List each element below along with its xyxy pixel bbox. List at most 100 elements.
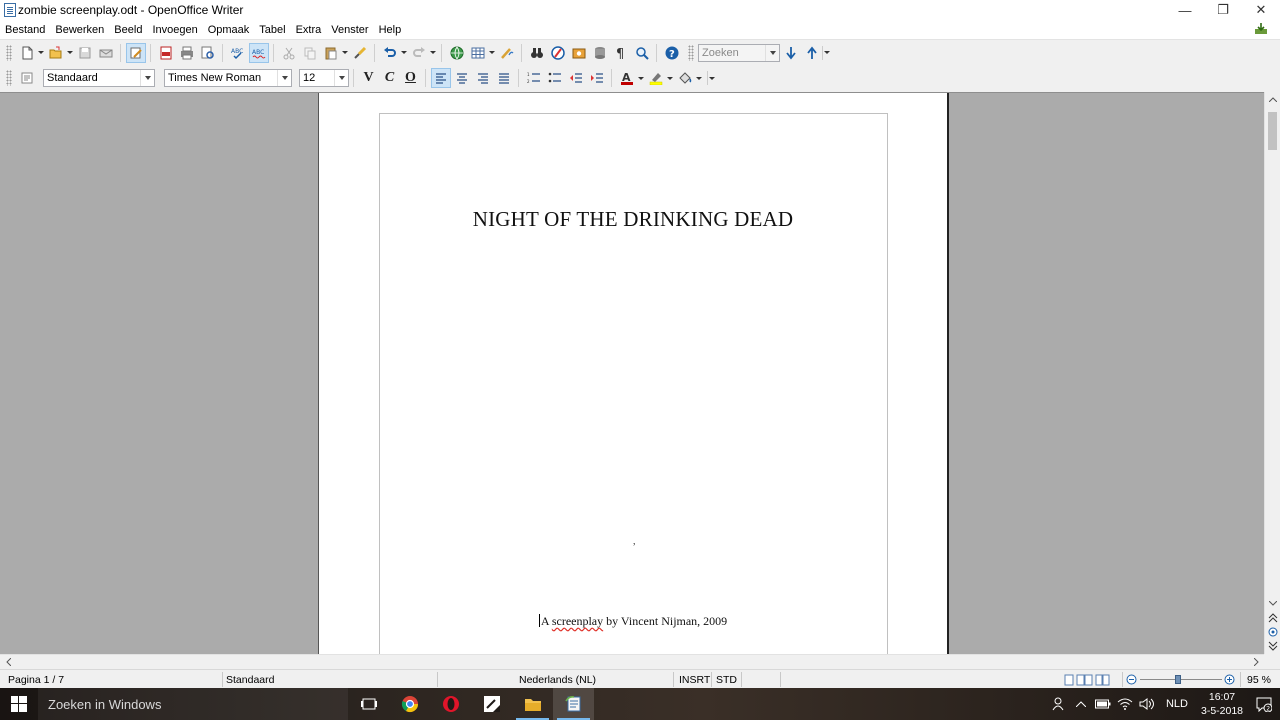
screenplay-title[interactable]: NIGHT OF THE DRINKING DEAD [319,207,947,232]
export-pdf-button[interactable] [156,43,176,63]
vertical-scrollbar[interactable] [1264,92,1280,654]
align-left-button[interactable] [430,68,451,88]
underline-button[interactable]: O [401,68,421,88]
undo-dropdown[interactable] [400,43,408,63]
menu-tabel[interactable]: Tabel [254,24,290,36]
volume-status[interactable] [1137,688,1157,720]
chrome-taskbar-button[interactable] [389,688,430,720]
zoom-slider-track[interactable] [1140,679,1222,680]
stray-comma-text[interactable]: , [633,536,636,547]
restore-button[interactable]: ❐ [1204,0,1242,20]
highlighting-button[interactable] [646,68,666,88]
scroll-down-button[interactable] [1265,596,1280,610]
sticky-notes-taskbar-button[interactable] [471,688,512,720]
navigator-button[interactable] [548,43,568,63]
paste-dropdown[interactable] [341,43,349,63]
decrease-indent-button[interactable] [566,68,586,88]
justify-button[interactable] [494,68,514,88]
toolbar-overflow-dropdown[interactable] [707,71,715,85]
menu-extra[interactable]: Extra [291,24,327,36]
find-text-combobox[interactable]: Zoeken [698,43,780,62]
zoom-percent-status[interactable]: 95 % [1247,670,1271,689]
save-button[interactable] [75,43,95,63]
menu-bestand[interactable]: Bestand [0,24,50,36]
document-page[interactable]: NIGHT OF THE DRINKING DEAD , A screenpla… [318,93,949,654]
taskbar-search-box[interactable]: Zoeken in Windows [38,688,348,720]
open-dropdown[interactable] [66,43,74,63]
bullets-button[interactable] [545,68,565,88]
selection-mode-status[interactable]: STD [716,670,737,689]
redo-button[interactable] [409,43,429,63]
copy-button[interactable] [300,43,320,63]
spellcheck-button[interactable]: ABC [228,43,248,63]
update-available-icon[interactable] [1254,23,1268,35]
language-status[interactable]: Nederlands (NL) [519,670,596,689]
edit-mode-button[interactable] [125,42,146,63]
menu-venster[interactable]: Venster [326,24,373,36]
zoom-button[interactable] [632,43,652,63]
font-size-dropdown-arrow[interactable] [334,70,348,86]
screenplay-credit-line[interactable]: A screenplay by Vincent Nijman, 2009 [319,614,947,629]
navigation-button[interactable] [1265,626,1280,638]
align-center-button[interactable] [452,68,472,88]
minimize-button[interactable]: — [1166,0,1204,20]
previous-page-button[interactable] [1265,612,1280,624]
email-button[interactable] [96,43,116,63]
hyperlink-button[interactable] [447,43,467,63]
gallery-button[interactable] [569,43,589,63]
scroll-left-button[interactable] [0,655,16,669]
new-document-dropdown[interactable] [37,43,45,63]
credit-misspelled-word[interactable]: screenplay [552,614,603,628]
page-style-status[interactable]: Standaard [226,670,274,689]
menu-opmaak[interactable]: Opmaak [203,24,255,36]
start-button[interactable] [0,688,38,720]
new-document-button[interactable] [17,43,37,63]
align-right-button[interactable] [473,68,493,88]
styles-formatting-button[interactable] [17,68,37,88]
show-hidden-icons-button[interactable] [1071,688,1091,720]
vertical-scroll-thumb[interactable] [1268,112,1277,150]
horizontal-scrollbar[interactable] [0,654,1264,669]
find-previous-button[interactable] [802,43,822,63]
print-button[interactable] [177,43,197,63]
font-name-dropdown-arrow[interactable] [277,70,291,86]
document-view[interactable]: NIGHT OF THE DRINKING DEAD , A screenpla… [0,92,1264,654]
redo-dropdown[interactable] [429,43,437,63]
insert-mode-status[interactable]: INSRT [679,670,710,689]
file-explorer-taskbar-button[interactable] [512,688,553,720]
italic-button[interactable]: C [380,68,400,88]
action-center-button[interactable]: 2 [1248,696,1280,712]
zoom-slider-thumb[interactable] [1175,675,1181,684]
zoom-out-button[interactable] [1126,670,1137,689]
data-sources-button[interactable] [590,43,610,63]
people-button[interactable] [1049,688,1069,720]
menu-beeld[interactable]: Beeld [109,24,147,36]
formatting-marks-button[interactable]: ¶ [611,43,631,63]
font-color-button[interactable]: A [617,68,637,88]
taskbar-clock[interactable]: 16:07 3-5-2018 [1196,690,1248,718]
autospellcheck-button[interactable]: ABC [248,42,269,63]
open-button[interactable] [46,43,66,63]
font-color-dropdown[interactable] [637,68,645,88]
scroll-up-button[interactable] [1265,92,1280,106]
toolbar-grip[interactable] [6,70,12,86]
menu-invoegen[interactable]: Invoegen [147,24,202,36]
next-page-button[interactable] [1265,640,1280,652]
toolbar-overflow-dropdown[interactable] [822,45,830,60]
show-draw-functions-button[interactable] [497,43,517,63]
paragraph-style-dropdown-arrow[interactable] [140,70,154,86]
find-dropdown-arrow[interactable] [765,44,779,61]
wifi-status[interactable] [1115,688,1135,720]
zoom-in-button[interactable] [1224,670,1235,689]
font-name-combobox[interactable]: Times New Roman [164,69,292,87]
background-color-button[interactable] [675,68,695,88]
paste-button[interactable] [321,43,341,63]
battery-status[interactable] [1093,688,1113,720]
close-button[interactable]: ✕ [1242,0,1280,20]
page-number-status[interactable]: Pagina 1 / 7 [8,670,64,689]
numbering-button[interactable]: 12 [524,68,544,88]
find-replace-button[interactable] [527,43,547,63]
toolbar-grip[interactable] [6,44,12,61]
bold-button[interactable]: V [359,68,379,88]
highlighting-dropdown[interactable] [666,68,674,88]
